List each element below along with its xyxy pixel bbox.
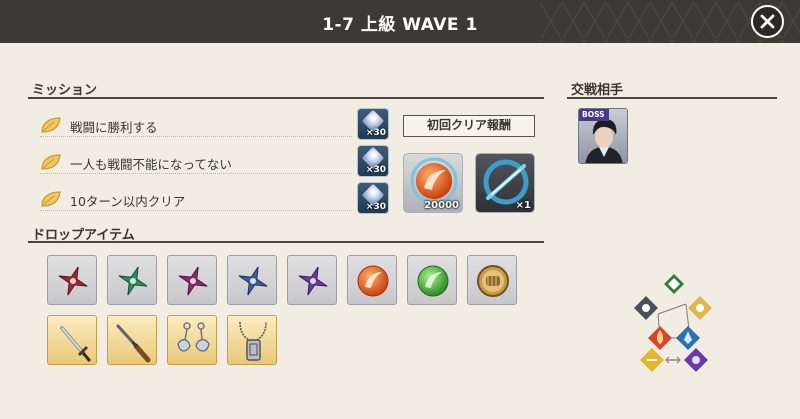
leaf-icon: [41, 154, 61, 170]
drop-item[interactable]: [227, 315, 277, 365]
mission-divider: [28, 97, 544, 99]
leaf-icon: [41, 191, 61, 207]
drop-item[interactable]: [107, 255, 157, 305]
drop-item[interactable]: [287, 255, 337, 305]
drop-item[interactable]: [167, 255, 217, 305]
fire-icon: [648, 326, 672, 350]
orange-orb-icon: [357, 265, 389, 297]
light-icon: [664, 274, 684, 294]
blue-shuriken-icon: [238, 266, 268, 296]
mission-text: 戦闘に勝利する: [70, 120, 158, 135]
mission-row: 10ターン以内クリア: [40, 189, 352, 211]
gem-reward[interactable]: ×30: [357, 145, 389, 177]
mission-text: 10ターン以内クリア: [70, 194, 186, 209]
stage-title: 1-7 上級 WAVE 1: [322, 15, 478, 35]
close-icon: [760, 14, 775, 29]
boss-badge: BOSS: [579, 109, 609, 121]
green-shuriken-icon: [118, 266, 148, 296]
earth-icon: [688, 296, 712, 320]
green-orb-icon: [417, 265, 449, 297]
boss-card[interactable]: BOSS: [578, 108, 628, 164]
earrings-icon: [177, 322, 210, 352]
dark-icon: [684, 348, 708, 372]
sword-icon: [60, 326, 91, 362]
wind-icon: [634, 296, 658, 320]
reward-quantity: ×30: [365, 165, 386, 175]
mission-row: 戦闘に勝利する: [40, 115, 352, 137]
water-icon: [676, 326, 700, 350]
leaf-icon: [41, 117, 61, 133]
first-clear-label: 初回クリア報酬: [403, 115, 535, 137]
element-affinity-chart-icon: [634, 274, 712, 372]
reward-quantity: ×30: [365, 202, 386, 212]
magenta-shuriken-icon: [178, 266, 208, 296]
first-clear-reward-orb[interactable]: 20000: [403, 153, 463, 213]
gem-reward[interactable]: ×30: [357, 182, 389, 214]
purple-shuriken-icon: [298, 266, 328, 296]
reward-quantity: ×1: [515, 200, 531, 211]
drop-divider: [28, 241, 544, 243]
mission-text: 一人も戦闘不能になってない: [70, 157, 232, 172]
drop-item[interactable]: [47, 255, 97, 305]
close-button[interactable]: [751, 5, 784, 38]
drop-item[interactable]: [47, 315, 97, 365]
fist-coin-icon: [477, 265, 509, 297]
opponent-section-title: 交戦相手: [571, 83, 624, 98]
reward-quantity: ×30: [365, 128, 386, 138]
opponent-divider: [567, 97, 777, 99]
mission-section-title: ミッション: [32, 83, 98, 98]
rifle-icon: [116, 324, 151, 363]
first-clear-reward-item[interactable]: ×1: [475, 153, 535, 213]
wind-element-icon: [640, 348, 664, 372]
drop-item[interactable]: [407, 255, 457, 305]
drop-item[interactable]: [107, 315, 157, 365]
reward-quantity: 20000: [424, 200, 459, 211]
gem-reward[interactable]: ×30: [357, 108, 389, 140]
drop-item[interactable]: [227, 255, 277, 305]
header-bar: 1-7 上級 WAVE 1: [0, 0, 800, 43]
drop-item[interactable]: [467, 255, 517, 305]
mission-row: 一人も戦闘不能になってない: [40, 152, 352, 174]
drop-item[interactable]: [347, 255, 397, 305]
red-shuriken-icon: [58, 266, 88, 296]
drop-item[interactable]: [167, 315, 217, 365]
dog-tag-necklace-icon: [239, 321, 267, 361]
